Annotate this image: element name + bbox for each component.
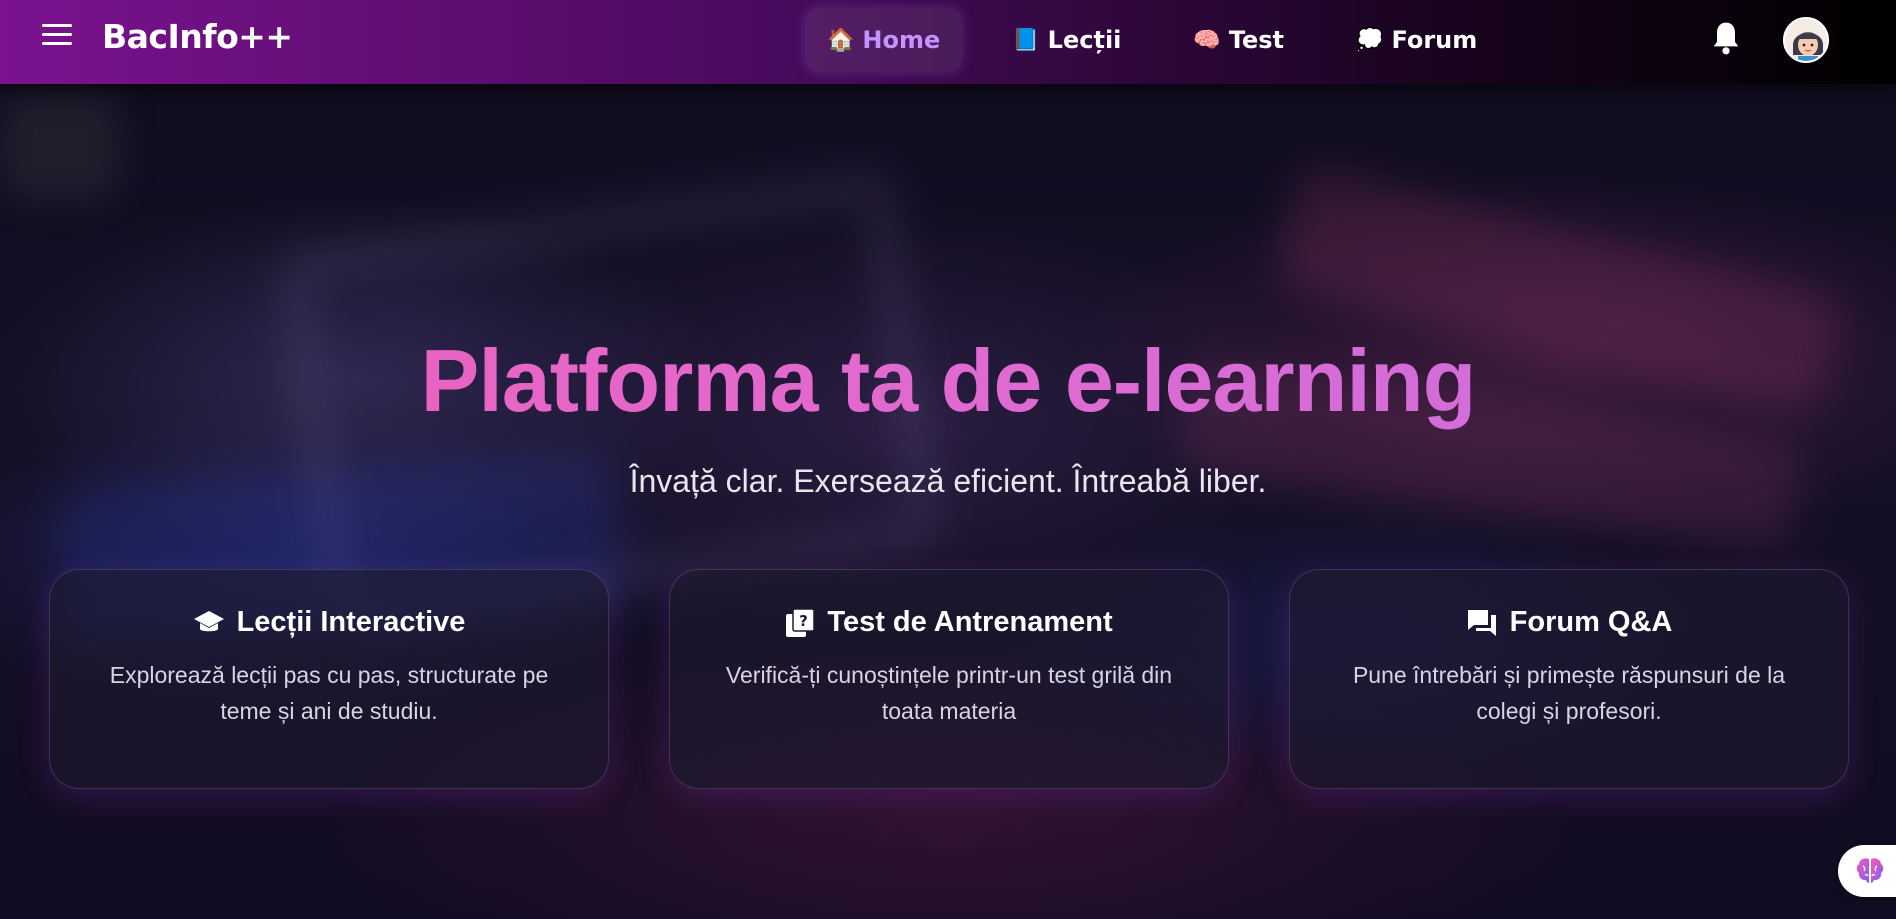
nav-test-label: Test [1228, 26, 1285, 54]
card-title-row: Forum Q&A [1290, 606, 1848, 639]
forum-icon [1467, 609, 1496, 636]
menu-icon[interactable] [42, 24, 72, 46]
card-description: Pune întrebări și primește răspunsuri de… [1352, 662, 1786, 724]
nav-home-label: Home [862, 26, 941, 54]
ai-assistant-button[interactable] [1838, 845, 1896, 897]
svg-text:?: ? [800, 612, 809, 630]
card-lectii-interactive[interactable]: Lecții Interactive Explorează lecții pas… [49, 569, 609, 789]
card-title: Forum Q&A [1509, 606, 1673, 638]
quiz-icon: ? [786, 607, 816, 637]
hero-subtitle: Învață clar. Exersează eficient. Întreab… [629, 463, 1267, 499]
thought-bubble-icon: 💭 [1356, 27, 1384, 53]
site-logo[interactable]: BacInfo++ [102, 17, 293, 56]
house-icon: 🏠 [827, 27, 855, 53]
nav-home[interactable]: 🏠 Home [805, 8, 963, 72]
card-description: Verifică-ți cunoștințele printr-un test … [725, 662, 1173, 724]
top-navbar: BacInfo++ 🏠 Home 📘 Lecții 🧠 Test 💭 Forum [0, 0, 1896, 84]
nav-forum[interactable]: 💭 Forum [1334, 8, 1499, 72]
bell-icon[interactable] [1710, 20, 1742, 56]
card-title-row: ? Test de Antrenament [670, 606, 1228, 639]
nav-forum-label: Forum [1391, 26, 1478, 54]
main-nav: 🏠 Home 📘 Lecții 🧠 Test 💭 Forum [805, 8, 1527, 72]
book-icon: 📘 [1012, 27, 1040, 53]
card-title: Test de Antrenament [827, 606, 1113, 638]
card-title-row: Lecții Interactive [50, 606, 608, 639]
card-test-antrenament[interactable]: ? Test de Antrenament Verifică-ți cunoșt… [669, 569, 1229, 789]
graduation-cap-icon [193, 610, 224, 631]
hero-title: Platforma ta de e-learning [0, 330, 1896, 432]
card-description: Explorează lecții pas cu pas, structurat… [109, 662, 549, 724]
avatar[interactable] [1783, 17, 1829, 63]
nav-lectii-label: Lecții [1047, 26, 1122, 54]
card-title: Lecții Interactive [236, 606, 466, 638]
brain-icon: 🧠 [1193, 27, 1221, 53]
nav-lectii[interactable]: 📘 Lecții [990, 8, 1143, 72]
card-forum-qa[interactable]: Forum Q&A Pune întrebări și primește răs… [1289, 569, 1849, 789]
nav-test[interactable]: 🧠 Test [1171, 8, 1306, 72]
brain-icon [1856, 858, 1884, 883]
